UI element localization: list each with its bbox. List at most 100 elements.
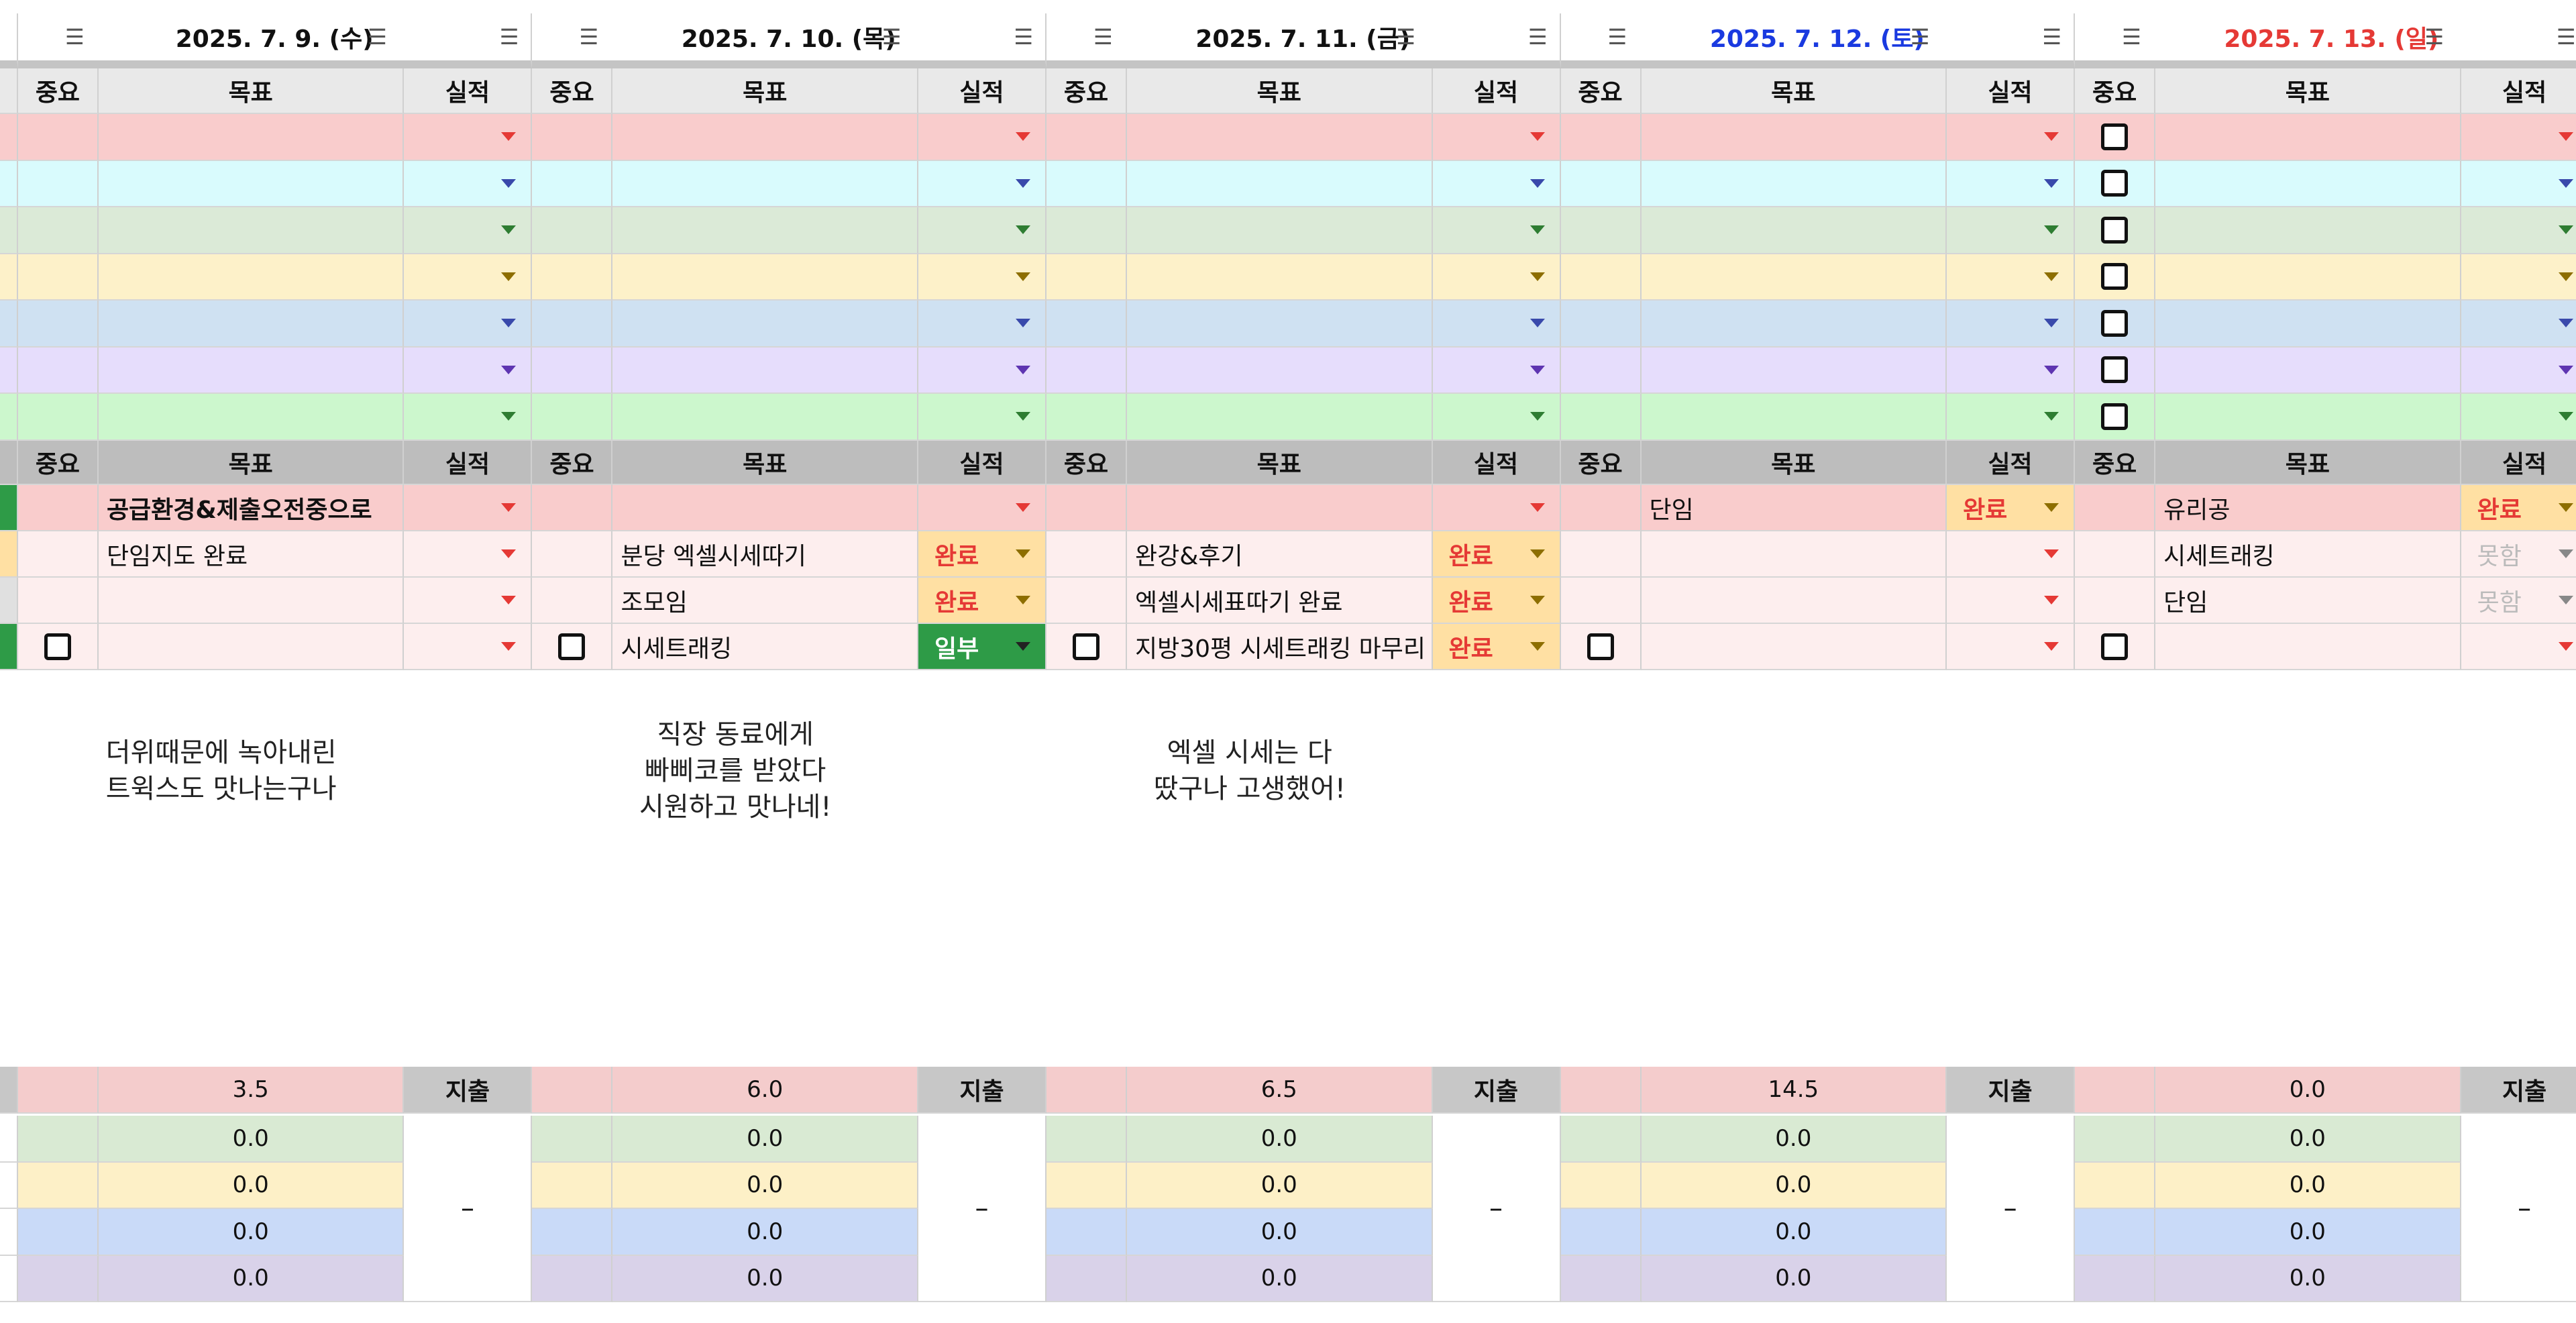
- dropdown-arrow-icon[interactable]: [501, 225, 517, 235]
- dropdown-arrow-icon[interactable]: [2044, 412, 2059, 421]
- filter-icon[interactable]: ☰: [579, 24, 598, 50]
- dropdown-arrow-icon[interactable]: [501, 178, 517, 188]
- important-cell[interactable]: [1046, 624, 1127, 670]
- dropdown-arrow-icon[interactable]: [1016, 225, 1030, 235]
- goal-text[interactable]: [2155, 624, 2461, 670]
- dropdown-arrow-icon[interactable]: [2558, 178, 2573, 188]
- result-dropdown[interactable]: [918, 254, 1046, 301]
- status-dropdown[interactable]: [1947, 531, 2076, 578]
- goal-cell[interactable]: [2155, 114, 2461, 161]
- date-header-1[interactable]: ☰ 2025. 7. 10. (목) ☰ ☰: [532, 13, 1046, 68]
- result-dropdown[interactable]: [404, 347, 533, 394]
- dropdown-arrow-icon[interactable]: [2558, 642, 2573, 651]
- dropdown-arrow-icon[interactable]: [1016, 503, 1030, 512]
- goal-cell[interactable]: [98, 301, 405, 348]
- important-cell[interactable]: [2075, 394, 2156, 441]
- dropdown-arrow-icon[interactable]: [501, 365, 517, 374]
- dropdown-arrow-icon[interactable]: [501, 132, 517, 142]
- goal-text[interactable]: [98, 578, 405, 624]
- result-dropdown[interactable]: [918, 347, 1046, 394]
- result-dropdown[interactable]: [2461, 394, 2576, 441]
- goal-cell[interactable]: [2155, 347, 2461, 394]
- status-dropdown[interactable]: [1432, 485, 1561, 531]
- filter-icon[interactable]: ☰: [1528, 24, 1548, 50]
- dropdown-arrow-icon[interactable]: [1529, 549, 1545, 558]
- result-dropdown[interactable]: [404, 160, 533, 207]
- status-partial[interactable]: [0, 624, 18, 670]
- important-cell[interactable]: [2075, 254, 2156, 301]
- result-dropdown[interactable]: [404, 114, 533, 161]
- dropdown-arrow-icon[interactable]: [1016, 642, 1030, 651]
- status-dropdown[interactable]: [404, 531, 533, 578]
- goal-text[interactable]: [1127, 485, 1433, 531]
- result-dropdown[interactable]: [1947, 254, 2076, 301]
- result-dropdown[interactable]: [1432, 394, 1561, 441]
- result-dropdown[interactable]: [1432, 254, 1561, 301]
- result-dropdown-partial[interactable]: [0, 394, 18, 441]
- result-dropdown[interactable]: [1947, 301, 2076, 348]
- result-dropdown[interactable]: [1432, 114, 1561, 161]
- dropdown-arrow-icon[interactable]: [2044, 272, 2059, 281]
- dropdown-arrow-icon[interactable]: [1529, 596, 1545, 604]
- filter-icon[interactable]: ☰: [2042, 24, 2061, 50]
- filter-icon[interactable]: ☰: [1396, 24, 1415, 50]
- result-dropdown-partial[interactable]: [0, 301, 18, 348]
- dropdown-arrow-icon[interactable]: [1529, 503, 1545, 512]
- goal-text[interactable]: 조모임: [612, 578, 918, 624]
- goal-cell[interactable]: [612, 394, 918, 441]
- dropdown-arrow-icon[interactable]: [501, 596, 517, 604]
- goal-text[interactable]: 시세트래킹: [612, 624, 918, 670]
- dropdown-arrow-icon[interactable]: [1529, 642, 1545, 651]
- status-partial[interactable]: [0, 485, 18, 531]
- result-dropdown[interactable]: [918, 394, 1046, 441]
- status-dropdown[interactable]: 완료: [918, 531, 1046, 578]
- important-cell[interactable]: [532, 624, 613, 670]
- dropdown-arrow-icon[interactable]: [2044, 225, 2059, 235]
- goal-text[interactable]: [1641, 624, 1947, 670]
- result-dropdown[interactable]: [1947, 160, 2076, 207]
- dropdown-arrow-icon[interactable]: [1016, 412, 1030, 421]
- goal-text[interactable]: [98, 624, 405, 670]
- dropdown-arrow-icon[interactable]: [1529, 412, 1545, 421]
- dropdown-arrow-icon[interactable]: [1016, 132, 1030, 142]
- result-dropdown[interactable]: [1432, 301, 1561, 348]
- filter-icon[interactable]: ☰: [1608, 24, 1627, 50]
- goal-cell[interactable]: [1641, 301, 1947, 348]
- status-dropdown[interactable]: 일부: [918, 624, 1046, 670]
- goal-cell[interactable]: [2155, 394, 2461, 441]
- goal-cell[interactable]: [98, 114, 405, 161]
- checkbox[interactable]: [2101, 356, 2129, 384]
- dropdown-arrow-icon[interactable]: [501, 503, 517, 512]
- date-header-4[interactable]: ☰ 2025. 7. 13. (일) ☰ ☰: [2075, 13, 2576, 68]
- status-dropdown[interactable]: 완료: [1432, 531, 1561, 578]
- goal-text[interactable]: 유리공: [2155, 485, 2461, 531]
- status-dropdown[interactable]: 완료: [1432, 578, 1561, 624]
- dropdown-arrow-icon[interactable]: [1016, 596, 1030, 604]
- checkbox[interactable]: [44, 633, 71, 660]
- result-dropdown[interactable]: [404, 207, 533, 254]
- goal-cell[interactable]: [1127, 394, 1433, 441]
- goal-text[interactable]: [1641, 531, 1947, 578]
- result-dropdown[interactable]: [918, 114, 1046, 161]
- filter-icon[interactable]: ☰: [500, 24, 519, 50]
- checkbox[interactable]: [2101, 633, 2129, 660]
- goal-cell[interactable]: [1641, 254, 1947, 301]
- goal-cell[interactable]: [1127, 160, 1433, 207]
- status-dropdown[interactable]: [1947, 578, 2076, 624]
- result-dropdown[interactable]: [404, 394, 533, 441]
- goal-text[interactable]: 완강&후기: [1127, 531, 1433, 578]
- status-dropdown[interactable]: [918, 485, 1046, 531]
- checkbox[interactable]: [2101, 309, 2129, 337]
- goal-cell[interactable]: [2155, 254, 2461, 301]
- dropdown-arrow-icon[interactable]: [501, 642, 517, 651]
- status-dropdown[interactable]: 못함: [2461, 531, 2576, 578]
- important-cell[interactable]: [2075, 160, 2156, 207]
- dropdown-arrow-icon[interactable]: [2044, 503, 2059, 512]
- goal-cell[interactable]: [2155, 160, 2461, 207]
- status-dropdown[interactable]: [1947, 624, 2076, 670]
- filter-icon[interactable]: ☰: [2122, 24, 2141, 50]
- goal-cell[interactable]: [612, 254, 918, 301]
- important-cell[interactable]: [17, 624, 99, 670]
- filter-icon[interactable]: ☰: [1911, 24, 1930, 50]
- checkbox[interactable]: [2101, 263, 2129, 290]
